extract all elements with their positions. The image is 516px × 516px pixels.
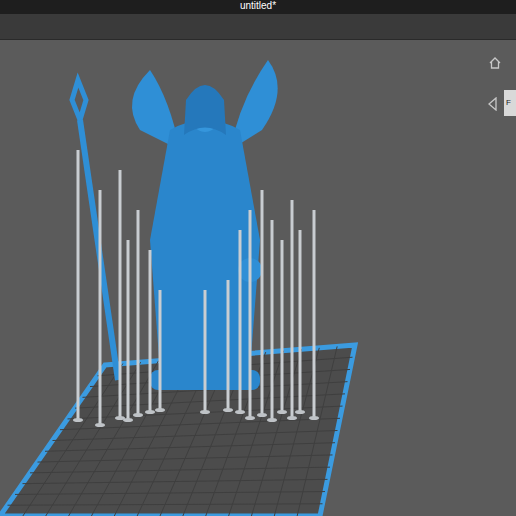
model-viewport[interactable] [0,40,516,516]
title-bar: untitled* [0,0,516,14]
view-cube[interactable]: F [504,90,516,116]
slicer-app: untitled* F [0,0,516,516]
arrow-left-icon[interactable] [487,97,499,111]
toolbar [0,14,516,40]
window-title: untitled* [240,0,276,12]
view-cube-label: F [506,97,511,109]
angel-model[interactable] [72,60,278,390]
build-plate [0,345,355,516]
support-structures [73,150,319,427]
workspace: F [0,40,516,516]
home-icon[interactable] [488,56,502,70]
